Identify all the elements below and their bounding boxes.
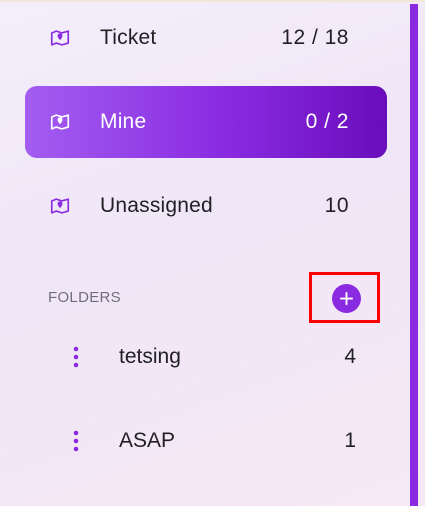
nav-item-label: Ticket	[100, 26, 157, 49]
more-vertical-icon[interactable]	[72, 430, 80, 452]
folder-label: ASAP	[119, 429, 176, 452]
folder-count: 1	[344, 429, 356, 452]
nav-item-label: Unassigned	[100, 194, 213, 217]
nav-item-unassigned[interactable]: Unassigned 10	[25, 170, 387, 242]
map-icon	[49, 27, 71, 49]
nav-item-count: 12 / 18	[281, 26, 349, 49]
nav-item-count: 10	[324, 194, 349, 217]
nav-item-ticket[interactable]: Ticket 12 / 18	[25, 2, 387, 74]
folders-header: FOLDERS	[48, 289, 121, 306]
map-icon	[49, 111, 71, 133]
nav-item-count: 0 / 2	[305, 110, 349, 133]
folder-item-tetsing[interactable]: tetsing 4	[60, 337, 370, 377]
folder-item-asap[interactable]: ASAP 1	[60, 421, 370, 461]
map-icon	[49, 195, 71, 217]
nav-item-label: Mine	[100, 110, 147, 133]
folder-label: tetsing	[119, 345, 181, 368]
scrollbar[interactable]	[410, 4, 418, 506]
more-vertical-icon[interactable]	[72, 346, 80, 368]
plus-icon	[339, 291, 354, 306]
folder-count: 4	[344, 345, 356, 368]
nav-item-mine[interactable]: Mine 0 / 2	[25, 86, 387, 158]
add-folder-button[interactable]	[332, 284, 361, 313]
